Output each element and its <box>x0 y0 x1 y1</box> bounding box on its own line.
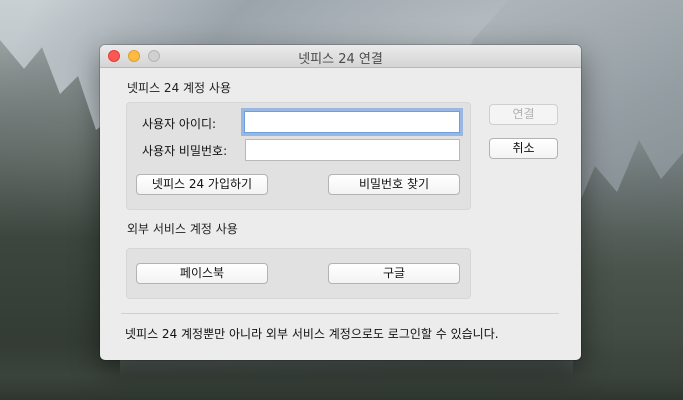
cancel-button[interactable]: 취소 <box>489 138 558 159</box>
title-bar[interactable]: 넷피스 24 연결 <box>100 45 581 68</box>
find-password-button[interactable]: 비밀번호 찾기 <box>328 174 460 195</box>
footer-note: 넷피스 24 계정뿐만 아니라 외부 서비스 계정으로도 로그인할 수 있습니다… <box>125 327 499 341</box>
login-dialog-window: 넷피스 24 연결 넷피스 24 계정 사용 사용자 아이디: 사용자 비밀번호… <box>100 45 581 360</box>
username-input[interactable] <box>244 111 460 133</box>
footer-divider <box>121 313 559 314</box>
facebook-login-button[interactable]: 페이스북 <box>136 263 268 284</box>
signup-button[interactable]: 넷피스 24 가입하기 <box>136 174 268 195</box>
password-label: 사용자 비밀번호: <box>142 144 228 158</box>
window-title: 넷피스 24 연결 <box>298 52 383 67</box>
username-label: 사용자 아이디: <box>142 117 217 131</box>
connect-button[interactable]: 연결 <box>489 104 558 125</box>
external-account-group: 페이스북 구글 <box>126 248 471 299</box>
netffice-section-label: 넷피스 24 계정 사용 <box>127 81 231 95</box>
password-input[interactable] <box>245 139 460 161</box>
google-login-button[interactable]: 구글 <box>328 263 460 284</box>
netffice-account-group: 사용자 아이디: 사용자 비밀번호: 넷피스 24 가입하기 비밀번호 찾기 <box>126 102 471 210</box>
external-section-label: 외부 서비스 계정 사용 <box>127 222 238 236</box>
